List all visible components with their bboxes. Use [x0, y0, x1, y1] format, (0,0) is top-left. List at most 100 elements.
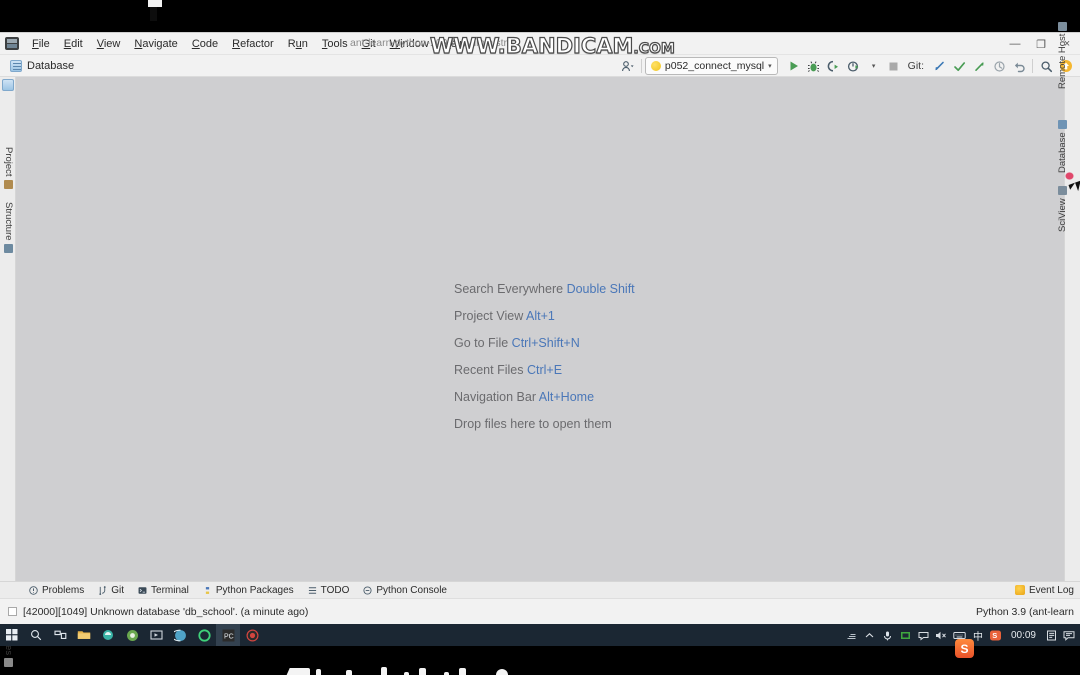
sidebar-item-project[interactable]: Project [3, 147, 14, 189]
debug-button[interactable] [804, 56, 824, 76]
spotify-icon[interactable] [192, 624, 216, 646]
main-toolbar: Database p052_connect_mysql ▾ ▾ Git: [0, 55, 1080, 77]
screen-root: FFileile Edit View Navigate Code Refacto… [0, 0, 1080, 675]
top-letterbox-artifact [148, 0, 162, 7]
profile-dropdown-button[interactable]: ▾ [864, 56, 884, 76]
git-update-button[interactable] [929, 56, 949, 76]
status-bar: [42000][1049] Unknown database 'db_schoo… [0, 598, 1080, 624]
welcome-hints: Search Everywhere Double Shift Project V… [454, 282, 635, 431]
tab-database[interactable]: Database [8, 58, 82, 74]
run-configuration-label: p052_connect_mysql [664, 60, 765, 72]
main-area: Project Structure Favorites Search Every… [0, 21, 1080, 668]
menu-item-view[interactable]: View [90, 34, 128, 54]
sidebar-item-sciview[interactable]: SciView [1057, 186, 1068, 232]
git-history-button[interactable] [989, 56, 1009, 76]
hint-shortcut-4: Alt+Home [538, 390, 595, 404]
app-icon-teal[interactable] [96, 624, 120, 646]
cursor-highlight [1065, 172, 1074, 180]
stop-button[interactable] [884, 56, 904, 76]
toolbar-separator-1 [640, 59, 642, 73]
python-config-icon [650, 61, 661, 71]
bottom-tool-todo[interactable]: TODO [301, 584, 357, 597]
bottom-tool-python-console-label: Python Console [376, 584, 447, 596]
nvidia-tray-icon[interactable] [897, 624, 915, 646]
python-console-icon [363, 585, 372, 595]
problems-icon [29, 585, 38, 595]
sidebar-item-remote-host-label: Remote Host [1057, 33, 1068, 89]
git-commit-button[interactable] [949, 56, 969, 76]
headset-tray-icon[interactable] [879, 624, 897, 646]
file-explorer-icon[interactable] [72, 624, 96, 646]
git-push-button[interactable] [969, 56, 989, 76]
notes-tray-icon[interactable] [1042, 624, 1060, 646]
search-icon[interactable] [1036, 56, 1056, 76]
hint-action-3: Recent Files [454, 363, 524, 377]
media-player-icon[interactable] [144, 624, 168, 646]
folder-icon [4, 179, 13, 189]
sidebar-item-database-label: Database [1057, 132, 1068, 173]
menu-item-refactor[interactable]: Refactor [225, 34, 281, 54]
sidebar-item-database[interactable]: Database [1057, 120, 1068, 173]
run-button[interactable] [784, 56, 804, 76]
event-log-icon [1014, 585, 1025, 595]
editor-welcome-area[interactable]: Search Everywhere Double Shift Project V… [16, 77, 1064, 625]
bottom-letterbox-overlay [0, 646, 1080, 675]
taskbar-clock[interactable]: 00:09 [1005, 630, 1042, 641]
pycharm-taskbar-icon[interactable]: PC [216, 624, 240, 646]
notification-center-icon[interactable] [1060, 624, 1078, 646]
sidebar-item-remote-host[interactable]: Remote Host [1057, 21, 1068, 89]
bottom-tool-git[interactable]: Git [91, 584, 131, 597]
event-log-button[interactable]: Event Log [1014, 585, 1074, 596]
show-hidden-icons-button[interactable] [861, 624, 879, 646]
watermark-main: WWW.BANDICAM [429, 33, 634, 58]
bottom-tool-todo-label: TODO [320, 584, 350, 596]
tab-database-label: Database [27, 59, 75, 72]
structure-icon [4, 243, 13, 253]
overlay-shape-2 [316, 669, 321, 675]
minimize-button[interactable]: — [1002, 33, 1028, 55]
hint-drop-files: Drop files here to open them [454, 417, 635, 431]
overlay-shape-3 [346, 670, 352, 675]
user-avatar-button[interactable] [618, 56, 638, 76]
git-rollback-button[interactable] [1009, 56, 1029, 76]
windows-taskbar: PC 中 S 00:09 [0, 624, 1080, 646]
window-controls: — ❐ × [1002, 33, 1080, 55]
profile-button[interactable] [844, 56, 864, 76]
chrome-icon[interactable] [120, 624, 144, 646]
network-tray-icon[interactable] [843, 624, 861, 646]
volume-muted-icon[interactable] [933, 624, 951, 646]
run-coverage-button[interactable] [824, 56, 844, 76]
bandicam-watermark: WWW.BANDICAM.COM [429, 33, 675, 58]
menu-item-edit[interactable]: Edit [57, 34, 90, 54]
task-view-icon[interactable] [48, 624, 72, 646]
run-configuration-selector[interactable]: p052_connect_mysql ▾ [644, 57, 778, 75]
bottom-tool-python-console[interactable]: Python Console [356, 584, 454, 597]
pycharm-window: FFileile Edit View Navigate Code Refacto… [0, 21, 1080, 668]
bottom-tool-python-packages[interactable]: Python Packages [196, 584, 301, 597]
menu-item-navigate[interactable]: Navigate [127, 34, 184, 54]
restore-button[interactable]: ❐ [1028, 33, 1054, 55]
bottom-tool-git-label: Git [111, 584, 125, 596]
bottom-tool-terminal[interactable]: Terminal [131, 584, 196, 597]
sidebar-item-structure[interactable]: Structure [3, 202, 14, 253]
menu-item-tools[interactable]: Tools [315, 34, 355, 54]
start-button[interactable] [0, 624, 24, 646]
menu-item-code[interactable]: Code [185, 34, 225, 54]
database-strip-icon[interactable] [2, 79, 14, 91]
hint-search-everywhere: Search Everywhere Double Shift [454, 282, 635, 296]
browser-icon[interactable] [168, 624, 192, 646]
recorder-icon[interactable] [240, 624, 264, 646]
bottom-tool-problems[interactable]: Problems [22, 584, 91, 597]
toolbar-right-group: p052_connect_mysql ▾ ▾ Git: [618, 55, 1076, 77]
hint-action-0: Search Everywhere [454, 282, 564, 296]
status-checkbox[interactable] [8, 607, 17, 616]
menu-item-run[interactable]: Run [281, 34, 315, 54]
git-icon [99, 585, 106, 595]
menu-item-file[interactable]: FFileile [25, 34, 57, 54]
action-center-icon[interactable] [915, 624, 933, 646]
toolbar-separator-2 [1032, 59, 1033, 73]
sogou-tray-icon[interactable]: S [987, 624, 1005, 646]
interpreter-label[interactable]: Python 3.9 (ant-learn [976, 606, 1074, 618]
search-icon-taskbar[interactable] [24, 624, 48, 646]
sidebar-item-sciview-label: SciView [1057, 198, 1068, 232]
